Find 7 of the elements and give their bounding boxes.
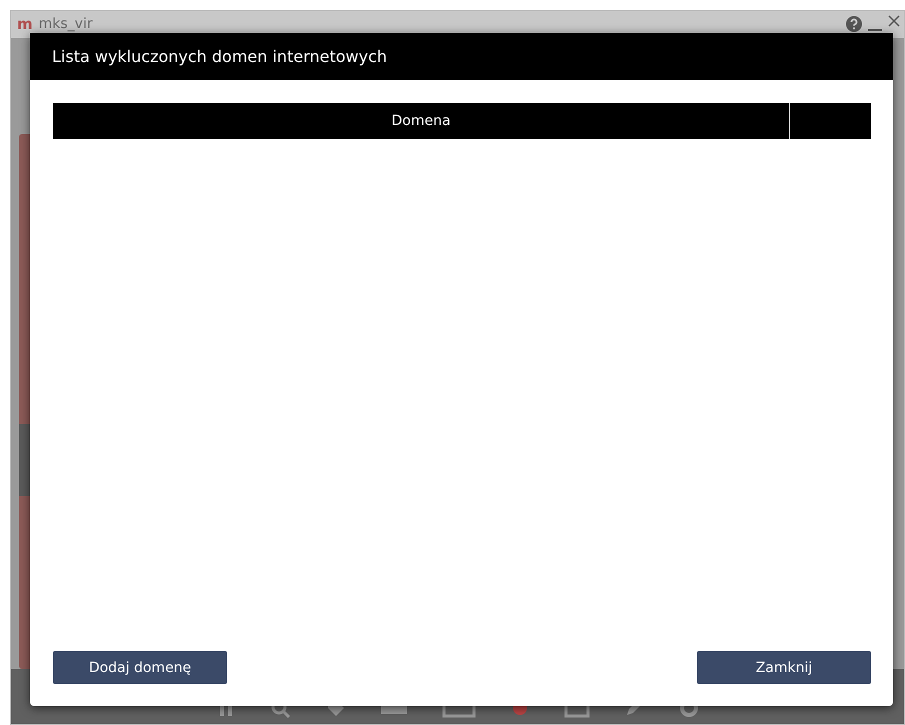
close-button[interactable]: Zamknij <box>697 651 871 684</box>
help-icon[interactable] <box>846 16 862 32</box>
column-header: Domena <box>390 112 452 131</box>
dialog-title: Lista wykluczonych domen internetowych <box>52 47 388 66</box>
add-domain-button[interactable]: Dodaj domenę <box>53 651 227 684</box>
window-title: mks_vir <box>38 16 93 32</box>
logo-icon: m <box>17 15 33 34</box>
